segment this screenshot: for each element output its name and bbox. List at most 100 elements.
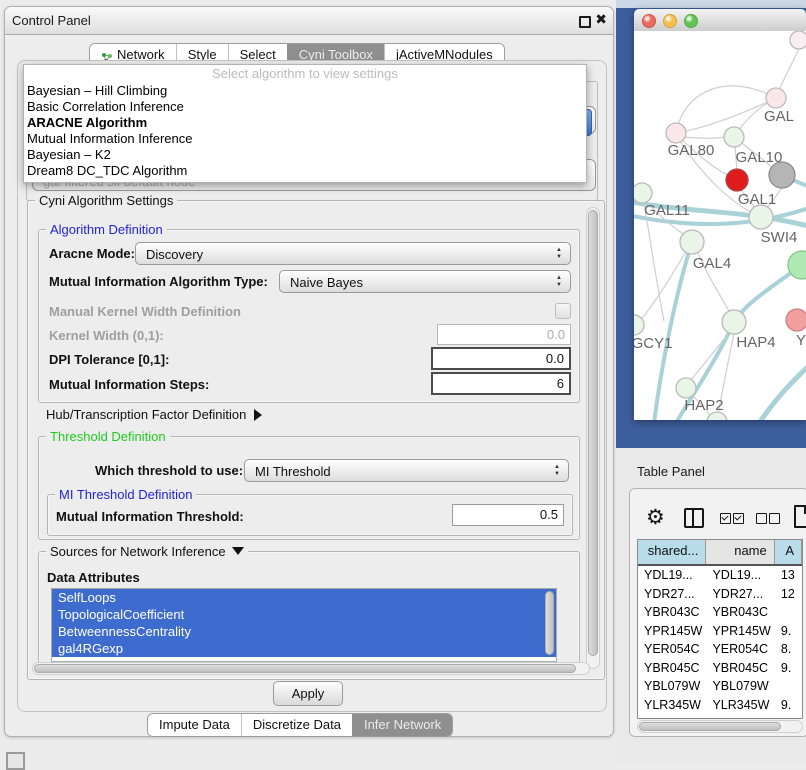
- node-gal80[interactable]: [666, 123, 686, 143]
- collapse-down-icon[interactable]: [232, 547, 244, 555]
- table-cell: 12: [775, 585, 802, 604]
- attribute-item-betweennesscentrality[interactable]: BetweennessCentrality: [52, 623, 556, 640]
- table-row[interactable]: YLR345WYLR345W9.: [638, 696, 802, 715]
- gray-edge[interactable]: [779, 49, 799, 90]
- kernel-width-field[interactable]: 0.0: [437, 324, 571, 345]
- collapsed-panel-chip[interactable]: [6, 752, 25, 770]
- table-horizontal-scrollbar[interactable]: [637, 720, 803, 733]
- gray-edge[interactable]: [684, 137, 726, 138]
- node-y[interactable]: [786, 309, 806, 331]
- node-unlabeled[interactable]: [726, 169, 748, 191]
- teal-edge[interactable]: [758, 363, 806, 420]
- dpi-tolerance-label: DPI Tolerance [0,1]:: [49, 352, 169, 367]
- unchecked-columns-icon[interactable]: [756, 513, 780, 524]
- dropdown-item-basic-correlation-inference[interactable]: Basic Correlation Inference: [24, 99, 586, 115]
- checked-columns-icon[interactable]: [720, 513, 744, 524]
- table-row[interactable]: YBL079WYBL079W: [638, 677, 802, 696]
- expand-right-icon: [254, 409, 262, 421]
- node-unlabeled[interactable]: [769, 162, 795, 188]
- tab-infer-network[interactable]: Infer Network: [352, 714, 452, 736]
- tab-impute-data[interactable]: Impute Data: [148, 714, 241, 736]
- table-row[interactable]: YBR045CYBR045C9.: [638, 659, 802, 678]
- attribute-item-topologicalcoefficient[interactable]: TopologicalCoefficient: [52, 606, 556, 623]
- scrollbar-thumb[interactable]: [639, 722, 781, 731]
- table-row[interactable]: YPR145WYPR145W9.: [638, 622, 802, 641]
- dropdown-item-mutual-information-inference[interactable]: Mutual Information Inference: [24, 131, 586, 147]
- node-table[interactable]: shared...nameA YDL19...YDL19...13YDR27..…: [637, 539, 803, 719]
- table-row[interactable]: YBR043CYBR043C: [638, 603, 802, 622]
- network-canvas[interactable]: GALGAL80GAL10GAL11GAL1SWI4GAL4GCY1HAP4YH…: [634, 31, 806, 420]
- table-cell: 9.: [775, 659, 802, 678]
- columns-icon[interactable]: [684, 508, 704, 528]
- aracne-mode-combobox[interactable]: Discovery ▲▼: [135, 242, 571, 265]
- node-hap4[interactable]: [722, 310, 746, 334]
- settings-vertical-scrollbar[interactable]: [586, 207, 600, 669]
- zoom-button[interactable]: [684, 14, 698, 28]
- table-row[interactable]: YDR27...YDR27...12: [638, 585, 802, 604]
- network-graph[interactable]: GALGAL80GAL10GAL11GAL1SWI4GAL4GCY1HAP4YH…: [634, 31, 806, 420]
- node-gal4[interactable]: [680, 230, 704, 254]
- table-panel-box: ⚙ shared...nameA YDL19...YDL19...13YDR27…: [629, 488, 806, 737]
- scrollbar-thumb[interactable]: [34, 664, 576, 673]
- table-cell: YBR043C: [706, 603, 774, 622]
- tab-discretize-data[interactable]: Discretize Data: [241, 714, 352, 736]
- table-row[interactable]: YDL19...YDL19...13: [638, 566, 802, 585]
- mi-threshold-group: MI Threshold Definition Mutual Informati…: [47, 494, 573, 536]
- table-row[interactable]: YER054CYER054C8.: [638, 640, 802, 659]
- column-header-shared[interactable]: shared...: [638, 540, 706, 564]
- node-gal1[interactable]: [749, 205, 773, 229]
- node-hap2[interactable]: [676, 378, 696, 398]
- mi-threshold-field[interactable]: 0.5: [452, 504, 564, 526]
- algorithm-dropdown-list: Select algorithm to view settings Bayesi…: [23, 64, 587, 183]
- node-gal10[interactable]: [724, 127, 744, 147]
- table-cell: YBR045C: [706, 659, 774, 678]
- node-gal[interactable]: [766, 88, 786, 108]
- gray-edge[interactable]: [686, 98, 776, 131]
- which-threshold-value: MI Threshold: [255, 464, 331, 479]
- settings-horizontal-scrollbar[interactable]: [32, 662, 590, 675]
- document-icon[interactable]: [794, 505, 806, 528]
- attribute-item-gal4rgexp[interactable]: gal4RGexp: [52, 640, 556, 657]
- node-unlabeled[interactable]: [790, 31, 806, 49]
- mi-type-combobox[interactable]: Naive Bayes ▲▼: [279, 270, 571, 293]
- mi-steps-label: Mutual Information Steps:: [49, 377, 209, 392]
- manual-kernel-checkbox[interactable]: [555, 303, 571, 319]
- data-attributes-list[interactable]: SelfLoopsTopologicalCoefficientBetweenne…: [51, 588, 557, 662]
- dpi-tolerance-field[interactable]: 0.0: [431, 347, 571, 370]
- list-vertical-scrollbar[interactable]: [544, 590, 555, 658]
- dropdown-item-dream8-dc-tdc-algorithm[interactable]: Dream8 DC_TDC Algorithm: [24, 163, 586, 179]
- mi-steps-field[interactable]: 6: [431, 372, 571, 395]
- table-row[interactable]: YIL052CYIL052C9.: [638, 714, 802, 719]
- which-threshold-label: Which threshold to use:: [95, 463, 243, 478]
- gear-icon[interactable]: ⚙: [646, 505, 665, 529]
- node-label-gal: GAL: [764, 108, 794, 125]
- sources-group: Sources for Network Inference Data Attri…: [38, 551, 580, 665]
- close-button[interactable]: [642, 14, 656, 28]
- which-threshold-combobox[interactable]: MI Threshold ▲▼: [244, 459, 569, 482]
- column-header-name[interactable]: name: [706, 540, 774, 564]
- dropdown-item-bayesian-k2[interactable]: Bayesian – K2: [24, 147, 586, 163]
- mi-type-value: Naive Bayes: [290, 275, 363, 290]
- hub-definition-expander[interactable]: Hub/Transcription Factor Definition: [46, 407, 262, 422]
- table-cell: YLR345W: [706, 696, 774, 715]
- table-cell: 13: [775, 566, 802, 585]
- gray-edge[interactable]: [690, 331, 730, 381]
- close-icon[interactable]: ✖: [595, 11, 607, 28]
- aracne-mode-value: Discovery: [146, 247, 203, 262]
- table-panel-title: Table Panel: [637, 464, 705, 479]
- dropdown-item-aracne-algorithm[interactable]: ARACNE Algorithm: [24, 115, 586, 131]
- aracne-mode-label: Aracne Mode:: [49, 246, 135, 261]
- float-window-icon[interactable]: [579, 16, 591, 28]
- sources-title-text: Sources for Network Inference: [50, 544, 226, 559]
- scrollbar-thumb[interactable]: [588, 210, 598, 656]
- apply-button[interactable]: Apply: [273, 681, 343, 706]
- table-cell: YPR145W: [706, 622, 774, 641]
- table-cell: 9.: [775, 714, 802, 719]
- column-header-a[interactable]: A: [775, 540, 802, 564]
- scrollbar-thumb[interactable]: [545, 591, 554, 655]
- minimize-button[interactable]: [663, 14, 677, 28]
- node-gal11[interactable]: [634, 183, 652, 203]
- attribute-item-selfloops[interactable]: SelfLoops: [52, 589, 556, 606]
- table-cell: 9.: [775, 696, 802, 715]
- dropdown-item-bayesian-hill-climbing[interactable]: Bayesian – Hill Climbing: [24, 83, 586, 99]
